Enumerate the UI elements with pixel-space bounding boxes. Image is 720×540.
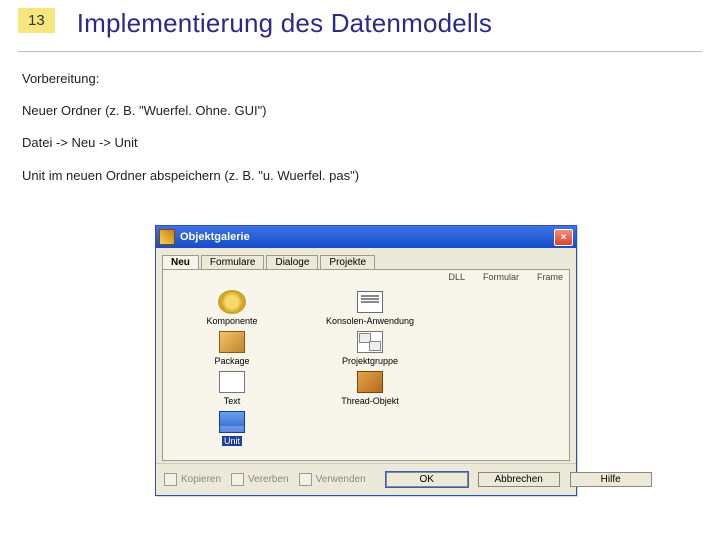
gallery-item-label: Unit: [222, 436, 242, 446]
gallery-item-label: Text: [224, 396, 241, 406]
dialog-title: Objektgalerie: [180, 231, 554, 243]
slide-number: 13: [18, 8, 55, 33]
ok-button[interactable]: OK: [386, 472, 468, 487]
text-icon: [218, 370, 246, 394]
check-inherit-label: Vererben: [248, 474, 289, 485]
cancel-button[interactable]: Abbrechen: [478, 472, 560, 487]
header-row: DLL Formular Frame: [448, 272, 563, 282]
thread-icon: [356, 370, 384, 394]
pack-icon: [218, 330, 246, 354]
body-p1: Vorbereitung:: [22, 70, 698, 88]
hdr-dll: DLL: [448, 272, 465, 282]
gallery-item-thread-objekt[interactable]: Thread-Objekt: [311, 370, 429, 406]
slide-title: Implementierung des Datenmodells: [77, 8, 492, 39]
gallery-item-text[interactable]: Text: [173, 370, 291, 406]
tab-neu[interactable]: Neu: [162, 255, 199, 270]
body-content: Vorbereitung: Neuer Ordner (z. B. "Wuerf…: [22, 70, 698, 185]
app-icon: [159, 229, 175, 245]
gallery-item-label: Package: [214, 356, 249, 366]
gallery-item-komponente[interactable]: Komponente: [173, 290, 291, 326]
gear-icon: [218, 290, 246, 314]
body-p4: Unit im neuen Ordner abspeichern (z. B. …: [22, 167, 698, 185]
grp-icon: [356, 330, 384, 354]
gallery-item-projektgruppe[interactable]: Projektgruppe: [311, 330, 429, 366]
help-button[interactable]: Hilfe: [570, 472, 652, 487]
gallery-item-label: Konsolen-Anwendung: [326, 316, 414, 326]
check-inherit[interactable]: Vererben: [231, 473, 289, 486]
divider: [18, 51, 702, 52]
unit-icon: [218, 410, 246, 434]
gallery-item-label: Projektgruppe: [342, 356, 398, 366]
gallery-item-package[interactable]: Package: [173, 330, 291, 366]
gallery-grid: Komponente Konsolen-Anwendung Package Proje…: [173, 290, 559, 446]
titlebar[interactable]: Objektgalerie ×: [156, 226, 576, 248]
tab-panel: DLL Formular Frame Komponente Konsolen-An…: [162, 269, 570, 461]
check-copy-label: Kopieren: [181, 474, 221, 485]
tab-dialoge[interactable]: Dialoge: [266, 255, 318, 270]
tab-formulare[interactable]: Formulare: [201, 255, 265, 270]
check-use[interactable]: Verwenden: [299, 473, 366, 486]
check-use-label: Verwenden: [316, 474, 366, 485]
hdr-frame: Frame: [537, 272, 563, 282]
close-button[interactable]: ×: [554, 229, 573, 246]
gallery-item-konsolen-anwendung[interactable]: Konsolen-Anwendung: [311, 290, 429, 326]
bottom-bar: Kopieren Vererben Verwenden OK Abbrechen…: [156, 463, 576, 495]
hdr-formular: Formular: [483, 272, 519, 282]
body-p2: Neuer Ordner (z. B. "Wuerfel. Ohne. GUI"…: [22, 102, 698, 120]
tab-projekte[interactable]: Projekte: [320, 255, 375, 270]
body-p3: Datei -> Neu -> Unit: [22, 134, 698, 152]
dialog-window: Objektgalerie × Neu Formulare Dialoge Pr…: [155, 225, 577, 496]
tabstrip: Neu Formulare Dialoge Projekte: [156, 248, 576, 269]
doc-icon: [356, 290, 384, 314]
gallery-item-label: Komponente: [206, 316, 257, 326]
check-copy[interactable]: Kopieren: [164, 473, 221, 486]
gallery-item-label: Thread-Objekt: [341, 396, 399, 406]
gallery-item-unit[interactable]: Unit: [173, 410, 291, 446]
